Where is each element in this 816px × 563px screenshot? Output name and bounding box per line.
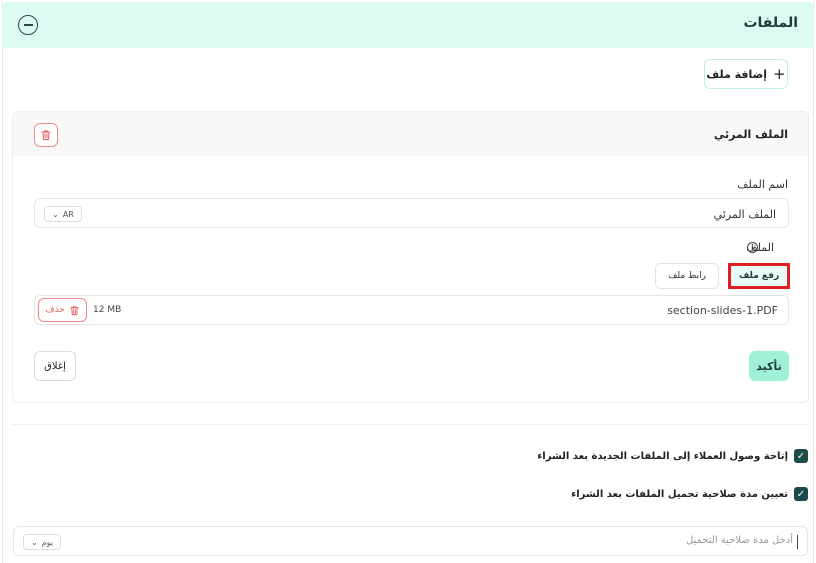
duration-placeholder: أدخل مدة صلاحية التحميل xyxy=(685,535,793,546)
confirm-button[interactable]: تأكيد xyxy=(749,351,789,381)
uploaded-file-size: 12 MB xyxy=(93,305,122,315)
add-file-button[interactable]: + إضافة ملف xyxy=(704,59,788,89)
option-download-duration[interactable]: ✓ تعيين مدة صلاحية تحميل الملفات بعد الش… xyxy=(571,487,808,501)
duration-unit-select[interactable]: يوم ⌄ xyxy=(23,534,61,550)
trash-icon xyxy=(41,130,51,140)
download-duration-input[interactable]: أدخل مدة صلاحية التحميل يوم ⌄ xyxy=(13,526,808,556)
tab-file-link[interactable]: رابط ملف xyxy=(655,263,719,289)
option-access-new-files[interactable]: ✓ إتاحة وصول العملاء إلى الملفات الجديدة… xyxy=(537,449,808,463)
minus-circle-icon[interactable] xyxy=(18,15,38,35)
section-title: الملفات xyxy=(743,15,798,31)
file-name-label: اسم الملف xyxy=(737,178,788,191)
text-cursor xyxy=(797,535,798,549)
info-icon: i xyxy=(747,242,758,253)
option-access-new-files-label: إتاحة وصول العملاء إلى الملفات الجديدة ب… xyxy=(537,450,788,462)
trash-icon xyxy=(70,305,79,315)
language-value: AR xyxy=(62,209,74,219)
file-card-title: الملف المرئي xyxy=(713,128,788,141)
divider xyxy=(12,424,809,425)
chevron-down-icon: ⌄ xyxy=(52,209,59,219)
file-name-value: الملف المرئي xyxy=(713,208,776,221)
tab-upload-file[interactable]: رفع ملف xyxy=(728,263,790,289)
uploaded-file-name: section-slides-1.PDF xyxy=(667,304,778,317)
delete-file-label: حذف xyxy=(45,305,65,315)
language-select[interactable]: AR ⌄ xyxy=(44,206,82,222)
files-section-header: الملفات xyxy=(2,2,814,48)
add-file-label: إضافة ملف xyxy=(706,67,768,81)
uploaded-file-row: section-slides-1.PDF 12 MB حذف xyxy=(34,295,789,325)
duration-unit-value: يوم xyxy=(41,537,53,547)
delete-file-button[interactable]: حذف xyxy=(38,298,87,322)
delete-card-button[interactable] xyxy=(34,123,58,147)
check-icon[interactable]: ✓ xyxy=(794,487,808,501)
chevron-down-icon: ⌄ xyxy=(30,537,38,547)
file-card: الملف المرئي اسم الملف الملف المرئي AR ⌄… xyxy=(12,111,809,403)
close-button[interactable]: إغلاق xyxy=(34,351,76,381)
file-name-input[interactable]: الملف المرئي AR ⌄ xyxy=(34,198,789,228)
plus-icon: + xyxy=(773,64,786,83)
check-icon[interactable]: ✓ xyxy=(794,449,808,463)
option-download-duration-label: تعيين مدة صلاحية تحميل الملفات بعد الشرا… xyxy=(571,488,788,500)
file-card-header: الملف المرئي xyxy=(13,112,808,156)
